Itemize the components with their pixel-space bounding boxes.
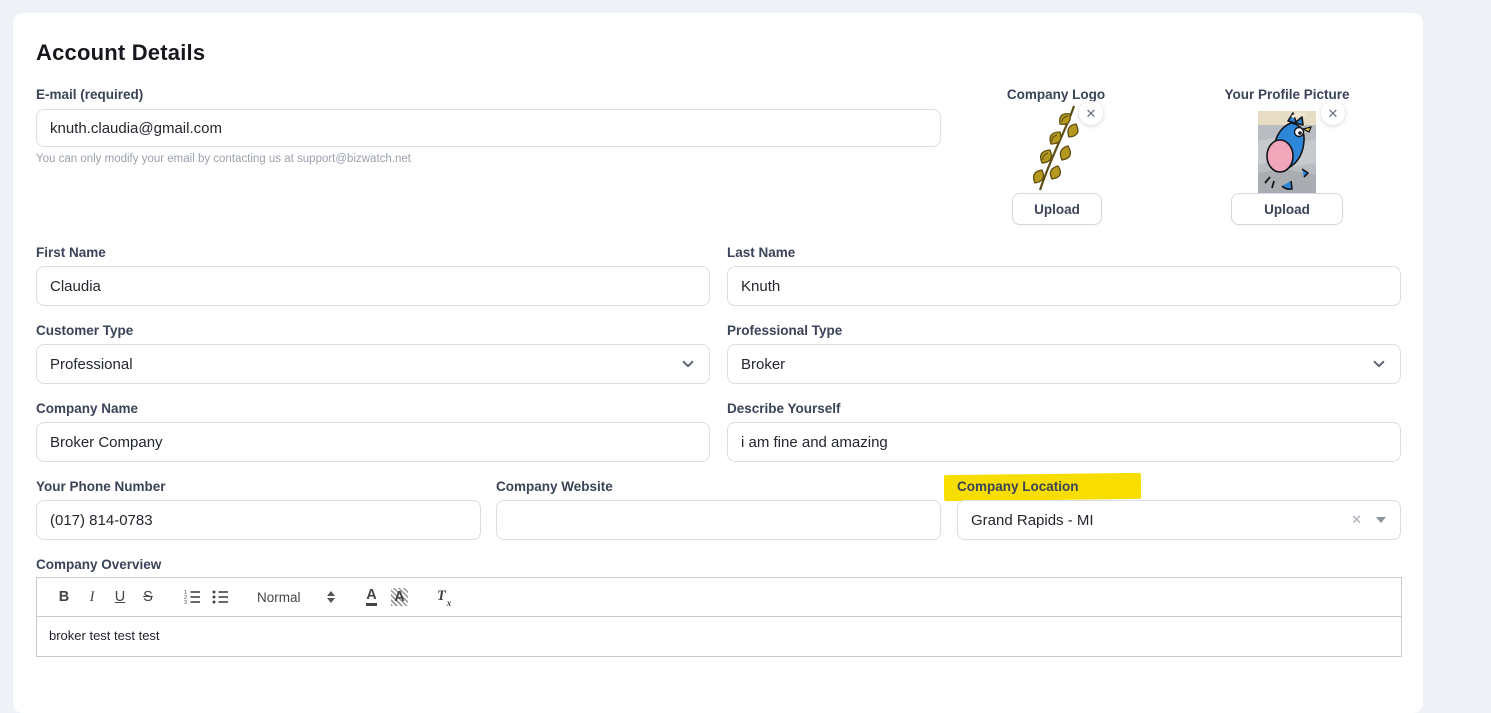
chevron-down-icon xyxy=(1372,357,1386,371)
describe-yourself-field[interactable] xyxy=(727,422,1401,462)
describe-yourself-label: Describe Yourself xyxy=(727,401,841,416)
first-name-field[interactable] xyxy=(36,266,710,306)
background-color-icon: A xyxy=(391,588,407,606)
clear-formatting-icon: Tx xyxy=(437,588,450,606)
blue-cartoon-bird xyxy=(1258,111,1316,196)
phone-field[interactable] xyxy=(36,500,481,540)
professional-type-select[interactable]: Broker xyxy=(727,344,1401,384)
profile-picture-remove-button[interactable]: ✕ xyxy=(1321,101,1345,125)
account-details-card: Account Details E-mail (required) You ca… xyxy=(13,13,1423,713)
company-overview-label: Company Overview xyxy=(36,557,161,572)
bullet-list-button[interactable] xyxy=(207,585,233,609)
close-icon: ✕ xyxy=(1086,107,1097,120)
company-website-field[interactable] xyxy=(496,500,941,540)
chevron-down-icon xyxy=(681,357,695,371)
company-logo-image xyxy=(1030,102,1084,192)
last-name-label: Last Name xyxy=(727,245,795,260)
underline-button[interactable]: U xyxy=(107,585,133,609)
company-logo-remove-button[interactable]: ✕ xyxy=(1079,101,1103,125)
company-logo-label: Company Logo xyxy=(970,87,1142,102)
profile-picture-upload-button[interactable]: Upload xyxy=(1231,193,1343,225)
editor-text: broker test test test xyxy=(49,628,160,643)
gold-branch-illustration xyxy=(1030,102,1084,192)
ordered-list-button[interactable]: 123 xyxy=(179,585,205,609)
editor-content[interactable]: broker test test test xyxy=(36,617,1402,657)
email-helper-text: You can only modify your email by contac… xyxy=(36,153,411,165)
company-location-select[interactable]: Grand Rapids - MI ✕ xyxy=(957,500,1401,540)
strikethrough-button[interactable]: S xyxy=(135,585,161,609)
sort-arrows-icon xyxy=(327,591,335,603)
clear-selection-icon[interactable]: ✕ xyxy=(1351,512,1362,528)
profile-picture-image xyxy=(1258,111,1316,196)
caret-down-icon[interactable] xyxy=(1376,517,1386,523)
professional-type-label: Professional Type xyxy=(727,323,842,338)
professional-type-value: Broker xyxy=(741,356,785,373)
customer-type-value: Professional xyxy=(50,356,133,373)
profile-picture-label: Your Profile Picture xyxy=(1201,87,1373,102)
background-color-button[interactable]: A xyxy=(387,585,413,609)
customer-type-select[interactable]: Professional xyxy=(36,344,710,384)
editor-toolbar: B I U S 123 Normal A A xyxy=(36,577,1402,617)
clear-formatting-button[interactable]: Tx xyxy=(431,585,457,609)
page-title: Account Details xyxy=(36,40,205,66)
upload-label: Upload xyxy=(1034,202,1080,217)
text-color-icon: A xyxy=(366,588,376,607)
close-icon: ✕ xyxy=(1328,107,1339,120)
upload-label: Upload xyxy=(1264,202,1310,217)
last-name-field[interactable] xyxy=(727,266,1401,306)
company-name-field[interactable] xyxy=(36,422,710,462)
svg-text:3: 3 xyxy=(184,600,187,605)
company-name-label: Company Name xyxy=(36,401,138,416)
ordered-list-icon: 123 xyxy=(184,589,201,605)
email-field[interactable] xyxy=(36,109,941,147)
email-label: E-mail (required) xyxy=(36,87,143,102)
format-select-value: Normal xyxy=(257,590,301,605)
customer-type-label: Customer Type xyxy=(36,323,133,338)
first-name-label: First Name xyxy=(36,245,106,260)
company-logo-upload-button[interactable]: Upload xyxy=(1012,193,1102,225)
text-color-button[interactable]: A xyxy=(359,585,385,609)
company-website-label: Company Website xyxy=(496,479,613,494)
format-select[interactable]: Normal xyxy=(251,590,341,605)
company-location-value: Grand Rapids - MI xyxy=(971,512,1094,529)
bold-button[interactable]: B xyxy=(51,585,77,609)
bullet-list-icon xyxy=(212,589,229,605)
italic-button[interactable]: I xyxy=(79,585,105,609)
company-location-label: Company Location xyxy=(957,479,1079,494)
phone-label: Your Phone Number xyxy=(36,479,166,494)
